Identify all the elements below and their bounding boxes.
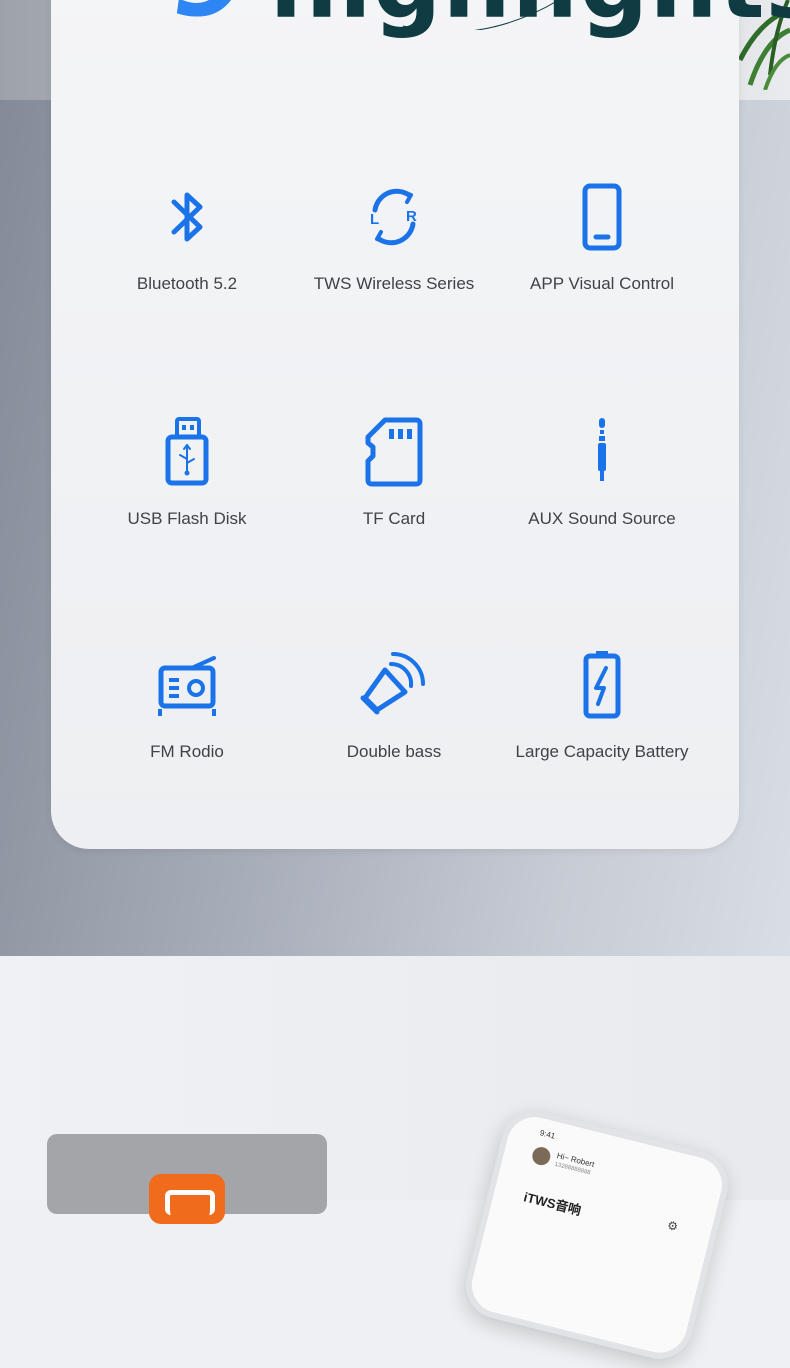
feature-label: USB Flash Disk: [127, 509, 247, 528]
smartphone-icon: [582, 183, 622, 251]
feature-label: TWS Wireless Series: [313, 274, 475, 293]
highlights-card: 9 highlights Bluetooth 5.2 L R TWS Wirel…: [51, 0, 790, 849]
feature-usb: USB Flash Disk: [83, 417, 291, 529]
feature-bass: Double bass: [290, 650, 498, 762]
feature-aux: AUX Sound Source: [498, 417, 706, 529]
feature-label: FM Rodio: [150, 742, 224, 761]
title-number: 9: [162, 0, 257, 41]
phone-time: 9:41: [538, 1128, 557, 1141]
feature-tf-card: TF Card: [290, 417, 498, 529]
speaker-bass-icon: [360, 652, 425, 715]
radio-icon: [158, 656, 216, 716]
aux-jack-icon: [598, 418, 606, 481]
phone-app-name: iTWS音响: [522, 1189, 583, 1219]
feature-label: Large Capacity Battery: [515, 742, 689, 761]
app-tile-icon: [149, 1174, 225, 1224]
feature-label: Bluetooth 5.2: [136, 274, 238, 293]
feature-label: APP Visual Control: [530, 274, 674, 293]
title-swoosh: [402, 0, 560, 30]
gear-icon: ⚙: [665, 1217, 680, 1235]
feature-app: APP Visual Control: [498, 182, 706, 294]
bluetooth-icon: [171, 192, 203, 242]
feature-tws: L R TWS Wireless Series: [290, 182, 498, 294]
tws-letter-l: L: [370, 211, 379, 228]
feature-bluetooth: Bluetooth 5.2: [83, 182, 291, 294]
usb-drive-icon: [165, 417, 209, 486]
tws-letter-r: R: [406, 208, 417, 225]
sd-card-icon: [365, 417, 423, 487]
battery-icon: [583, 651, 621, 719]
avatar: [530, 1145, 553, 1168]
feature-label: TF Card: [362, 509, 426, 528]
feature-battery: Large Capacity Battery: [498, 650, 706, 762]
feature-label: AUX Sound Source: [528, 509, 676, 528]
feature-fm: FM Rodio: [83, 650, 291, 762]
feature-label: Double bass: [346, 742, 442, 761]
tws-lr-icon: L R: [370, 188, 417, 246]
